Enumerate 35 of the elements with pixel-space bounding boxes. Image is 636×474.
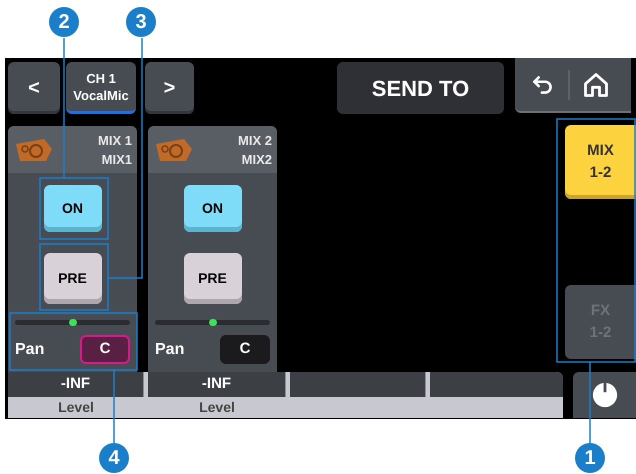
- home-icon[interactable]: [582, 70, 610, 98]
- on-button[interactable]: ON: [44, 185, 102, 232]
- pan-value[interactable]: C: [220, 335, 270, 364]
- knob-icon: [590, 381, 618, 409]
- pan-label: Pan: [155, 340, 184, 360]
- callout-number: 4: [99, 443, 129, 473]
- pan-thumb[interactable]: [68, 319, 76, 326]
- bus-label: MIX 2: [238, 132, 272, 150]
- pan-slider[interactable]: [15, 320, 130, 325]
- bus-name: MIX2: [242, 150, 272, 168]
- pan-value[interactable]: C: [80, 335, 130, 364]
- speaker-icon: [154, 138, 194, 162]
- level-value: -INF: [148, 372, 286, 397]
- screen-title: SEND TO: [337, 62, 504, 114]
- knob-button[interactable]: [573, 372, 636, 418]
- previous-channel-button[interactable]: <: [8, 62, 60, 114]
- callout-number: 2: [49, 7, 79, 37]
- next-channel-button[interactable]: >: [145, 62, 194, 114]
- level-label: Level: [58, 398, 94, 417]
- pan-thumb[interactable]: [208, 319, 216, 326]
- pan-slider[interactable]: [155, 320, 270, 325]
- callout-frame: [39, 177, 109, 240]
- bus-label: MIX 1: [98, 132, 132, 150]
- callout-number: 1: [575, 443, 605, 473]
- level-label: Level: [199, 398, 235, 417]
- pre-button[interactable]: PRE: [44, 253, 102, 304]
- bus-tab[interactable]: MIX 1-2: [565, 125, 636, 199]
- speaker-icon: [14, 138, 54, 162]
- level-value: -INF: [8, 372, 144, 397]
- channel-button[interactable]: CH 1 VocalMic: [66, 62, 136, 114]
- on-button[interactable]: ON: [184, 185, 242, 232]
- callout-number: 3: [126, 7, 156, 37]
- bus-name: MIX1: [102, 150, 132, 168]
- pan-label: Pan: [15, 340, 44, 360]
- pre-button[interactable]: PRE: [184, 253, 242, 304]
